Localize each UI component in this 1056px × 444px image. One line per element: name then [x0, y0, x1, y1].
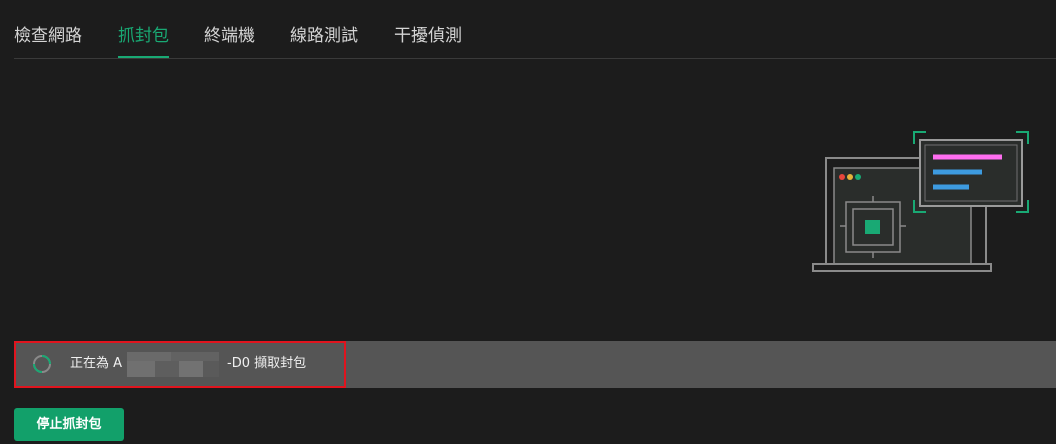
- active-tab-indicator: [118, 56, 169, 58]
- status-highlight-box: [14, 341, 346, 388]
- capture-page: 檢查網路 抓封包 終端機 線路測試 干擾偵測 正在為 A -D0 擷取封包 停止…: [0, 0, 1056, 444]
- tab-packet-capture[interactable]: 抓封包: [118, 24, 169, 58]
- stop-capture-button[interactable]: 停止抓封包: [14, 408, 124, 441]
- tab-bar: 檢查網路 抓封包 終端機 線路測試 干擾偵測: [14, 0, 1056, 59]
- tab-check-network[interactable]: 檢查網路: [14, 24, 82, 48]
- window-dot-green: [855, 174, 861, 180]
- tab-terminal[interactable]: 終端機: [204, 24, 255, 48]
- chip-core: [865, 220, 880, 234]
- window-dot-red: [839, 174, 845, 180]
- window-dot-yellow: [847, 174, 853, 180]
- tab-packet-capture-label: 抓封包: [118, 26, 169, 46]
- laptop-base: [812, 263, 992, 272]
- packet-capture-illustration: [812, 131, 1029, 272]
- tab-interference-detection[interactable]: 干擾偵測: [394, 24, 462, 48]
- tab-line-test[interactable]: 線路測試: [290, 24, 358, 48]
